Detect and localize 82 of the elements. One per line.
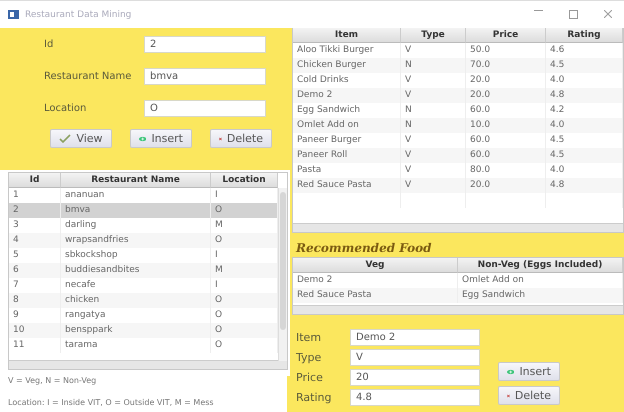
table-cell: 4.5 [546,148,623,163]
column-header[interactable]: Rating [546,28,623,43]
column-header[interactable]: Veg [293,258,458,273]
table-cell: Omlet Add on [293,118,401,133]
input-field[interactable]: Demo 2 [350,329,480,346]
insert-button[interactable]: Insert [130,129,192,148]
table-cell: V [401,88,466,103]
close-icon[interactable] [604,10,612,18]
input-field[interactable]: 2 [144,36,266,53]
window-title: Restaurant Data Mining [25,10,132,20]
table-row-cell[interactable]: chicken [61,293,211,308]
table-row-cell[interactable]: 10 [9,323,61,338]
legend-text: V = Veg, N = Non-Veg [7,376,98,385]
delete-button[interactable]: Delete [210,129,272,148]
table-cell: 4.8 [546,88,623,103]
table-cell: Demo 2 [293,88,401,103]
table-cell: Red Sauce Pasta [293,178,401,193]
input-field[interactable]: bmva [144,68,266,85]
horizontal-scrollbar[interactable] [293,305,623,314]
view-button[interactable]: View [50,129,112,148]
legend-text: Location: I = Inside VIT, O = Outside VIT, M = Mess [7,398,215,407]
table-cell: 10.0 [466,118,546,133]
input-field[interactable]: V [350,349,480,366]
column-header[interactable]: Item [293,28,401,43]
column-header[interactable]: Restaurant Name [61,173,211,188]
table-cell: Chicken Burger [293,58,401,73]
field-label: Id [44,39,54,50]
column-header[interactable]: Non-Veg (Eggs Included) [458,258,623,273]
input-field[interactable]: 20 [350,369,480,386]
table-cell: 4.5 [546,58,623,73]
table-row-cell[interactable]: bensppark [61,323,211,338]
column-header[interactable]: Type [401,28,466,43]
field-label: Price [296,371,324,384]
table-row-cell[interactable]: tarama [61,338,211,353]
table-cell: Red Sauce Pasta [293,288,458,303]
table-cell: V [401,148,466,163]
minimize-icon[interactable] [534,10,543,11]
table-row-cell[interactable]: wrapsandfries [61,233,211,248]
input-field[interactable]: O [144,100,266,117]
field-label: Location [44,103,88,114]
field-label: Restaurant Name [44,71,132,82]
column-header[interactable]: Price [466,28,546,43]
vertical-scrollbar[interactable] [278,188,287,361]
table-row-cell[interactable]: 11 [9,338,61,353]
table-cell: 60.0 [466,148,546,163]
table-row-cell[interactable]: O [211,233,278,248]
section-title: Recommended Food [294,240,433,257]
delete-button[interactable]: Delete [498,386,560,405]
table-cell: 4.0 [546,118,623,133]
table-cell: N [401,58,466,73]
table-row-cell[interactable]: 8 [9,293,61,308]
table-cell: Egg Sandwich [458,288,623,303]
field-label: Item [296,331,322,344]
field-label: Rating [296,391,332,404]
table-cell: V [401,178,466,193]
table-row-cell[interactable]: 6 [9,263,61,278]
insert-button[interactable]: Insert [498,362,560,381]
table-cell: 20.0 [466,178,546,193]
table-row-cell[interactable]: O [211,203,278,218]
table-cell: N [401,118,466,133]
table-cell: Paneer Roll [293,148,401,163]
table-cell: 20.0 [466,88,546,103]
column-header[interactable]: Location [211,173,278,188]
horizontal-scrollbar[interactable] [9,360,287,369]
table-row-cell[interactable]: 2 [9,203,61,218]
field-label: Type [296,351,322,364]
table-cell: 4.8 [546,178,623,193]
table-row-cell[interactable]: O [211,323,278,338]
horizontal-scrollbar[interactable] [293,223,623,232]
table-row-cell[interactable]: 4 [9,233,61,248]
maximize-icon[interactable] [569,10,578,19]
app-icon [8,10,19,19]
check-icon [59,134,72,143]
table-row-cell[interactable]: O [211,293,278,308]
table-row-cell[interactable]: buddiesandbites [61,263,211,278]
plus-icon [507,368,514,376]
table-cell: 70.0 [466,58,546,73]
table-row-cell[interactable]: M [211,263,278,278]
column-header[interactable]: Id [9,173,61,188]
input-field[interactable]: 4.8 [350,389,480,406]
table-row-cell[interactable]: bmva [61,203,211,218]
plus-icon [139,134,146,142]
